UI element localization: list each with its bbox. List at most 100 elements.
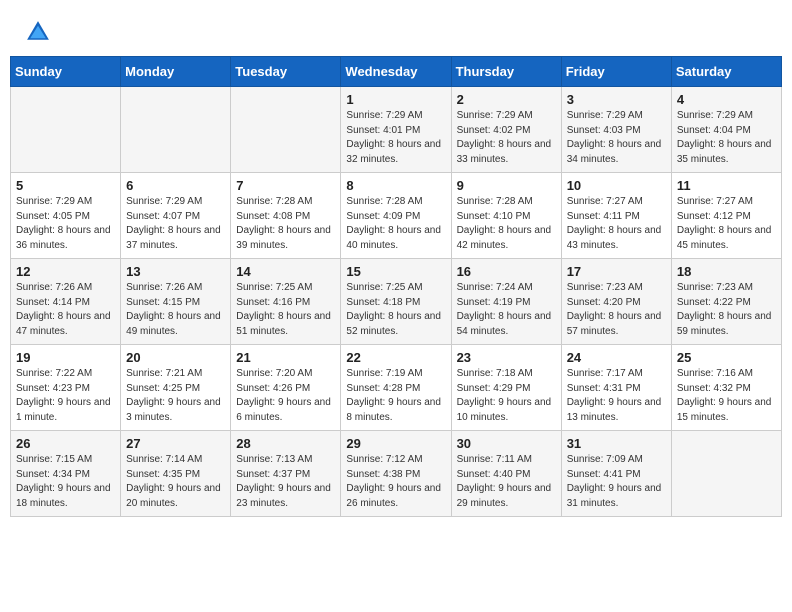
weekday-header-thursday: Thursday — [451, 57, 561, 87]
day-info: Sunrise: 7:22 AMSunset: 4:23 PMDaylight:… — [16, 367, 115, 425]
day-info: Sunrise: 7:29 AMSunset: 4:04 PMDaylight:… — [677, 109, 776, 167]
day-info: Sunrise: 7:20 AMSunset: 4:26 PMDaylight:… — [236, 367, 335, 425]
page-header — [0, 0, 792, 56]
day-info: Sunrise: 7:28 AMSunset: 4:08 PMDaylight:… — [236, 195, 335, 253]
calendar-cell — [121, 87, 231, 173]
day-info: Sunrise: 7:17 AMSunset: 4:31 PMDaylight:… — [567, 367, 666, 425]
calendar-cell: 27 Sunrise: 7:14 AMSunset: 4:35 PMDayligh… — [121, 431, 231, 517]
day-number: 7 — [236, 178, 335, 193]
day-number: 5 — [16, 178, 115, 193]
calendar-cell — [11, 87, 121, 173]
day-number: 9 — [457, 178, 556, 193]
day-info: Sunrise: 7:26 AMSunset: 4:14 PMDaylight:… — [16, 281, 115, 339]
day-info: Sunrise: 7:09 AMSunset: 4:41 PMDaylight:… — [567, 453, 666, 511]
day-number: 20 — [126, 350, 225, 365]
day-number: 23 — [457, 350, 556, 365]
day-number: 15 — [346, 264, 445, 279]
calendar-cell: 25 Sunrise: 7:16 AMSunset: 4:32 PMDayligh… — [671, 345, 781, 431]
calendar-cell: 22Sunrise: 7:19 AMSunset: 4:28 PMDayligh… — [341, 345, 451, 431]
calendar-cell: 1Sunrise: 7:29 AMSunset: 4:01 PMDaylight… — [341, 87, 451, 173]
calendar-cell: 21 Sunrise: 7:20 AMSunset: 4:26 PMDayligh… — [231, 345, 341, 431]
calendar-cell: 9 Sunrise: 7:28 AMSunset: 4:10 PMDaylight… — [451, 173, 561, 259]
day-number: 2 — [457, 92, 556, 107]
day-info: Sunrise: 7:16 AMSunset: 4:32 PMDaylight:… — [677, 367, 776, 425]
day-info: Sunrise: 7:11 AMSunset: 4:40 PMDaylight:… — [457, 453, 556, 511]
day-number: 29 — [346, 436, 445, 451]
day-number: 24 — [567, 350, 666, 365]
day-number: 10 — [567, 178, 666, 193]
day-info: Sunrise: 7:14 AMSunset: 4:35 PMDaylight:… — [126, 453, 225, 511]
weekday-header-sunday: Sunday — [11, 57, 121, 87]
weekday-header-saturday: Saturday — [671, 57, 781, 87]
calendar-cell: 5Sunrise: 7:29 AMSunset: 4:05 PMDaylight… — [11, 173, 121, 259]
day-number: 14 — [236, 264, 335, 279]
weekday-header-tuesday: Tuesday — [231, 57, 341, 87]
day-number: 18 — [677, 264, 776, 279]
day-info: Sunrise: 7:15 AMSunset: 4:34 PMDaylight:… — [16, 453, 115, 511]
logo — [24, 18, 58, 46]
calendar-cell: 13 Sunrise: 7:26 AMSunset: 4:15 PMDayligh… — [121, 259, 231, 345]
calendar-week-row: 12 Sunrise: 7:26 AMSunset: 4:14 PMDayligh… — [11, 259, 782, 345]
day-info: Sunrise: 7:29 AMSunset: 4:07 PMDaylight:… — [126, 195, 225, 253]
calendar-cell: 26 Sunrise: 7:15 AMSunset: 4:34 PMDayligh… — [11, 431, 121, 517]
calendar-cell: 23 Sunrise: 7:18 AMSunset: 4:29 PMDayligh… — [451, 345, 561, 431]
calendar-cell: 7 Sunrise: 7:28 AMSunset: 4:08 PMDaylight… — [231, 173, 341, 259]
weekday-header-monday: Monday — [121, 57, 231, 87]
day-number: 3 — [567, 92, 666, 107]
day-info: Sunrise: 7:29 AMSunset: 4:02 PMDaylight:… — [457, 109, 556, 167]
calendar-week-row: 26 Sunrise: 7:15 AMSunset: 4:34 PMDayligh… — [11, 431, 782, 517]
day-info: Sunrise: 7:26 AMSunset: 4:15 PMDaylight:… — [126, 281, 225, 339]
day-info: Sunrise: 7:29 AMSunset: 4:01 PMDaylight:… — [346, 109, 445, 167]
calendar-cell — [671, 431, 781, 517]
calendar-week-row: 5Sunrise: 7:29 AMSunset: 4:05 PMDaylight… — [11, 173, 782, 259]
calendar-cell: 29Sunrise: 7:12 AMSunset: 4:38 PMDayligh… — [341, 431, 451, 517]
logo-icon — [24, 18, 52, 46]
calendar-cell: 2 Sunrise: 7:29 AMSunset: 4:02 PMDaylight… — [451, 87, 561, 173]
calendar-cell: 24 Sunrise: 7:17 AMSunset: 4:31 PMDayligh… — [561, 345, 671, 431]
day-info: Sunrise: 7:29 AMSunset: 4:03 PMDaylight:… — [567, 109, 666, 167]
day-number: 12 — [16, 264, 115, 279]
day-info: Sunrise: 7:28 AMSunset: 4:10 PMDaylight:… — [457, 195, 556, 253]
calendar-cell: 20Sunrise: 7:21 AMSunset: 4:25 PMDayligh… — [121, 345, 231, 431]
calendar-header: SundayMondayTuesdayWednesdayThursdayFrid… — [11, 57, 782, 87]
day-info: Sunrise: 7:18 AMSunset: 4:29 PMDaylight:… — [457, 367, 556, 425]
calendar-cell: 14 Sunrise: 7:25 AMSunset: 4:16 PMDayligh… — [231, 259, 341, 345]
calendar-cell: 6 Sunrise: 7:29 AMSunset: 4:07 PMDaylight… — [121, 173, 231, 259]
calendar-cell: 18 Sunrise: 7:23 AMSunset: 4:22 PMDayligh… — [671, 259, 781, 345]
day-number: 26 — [16, 436, 115, 451]
day-info: Sunrise: 7:23 AMSunset: 4:20 PMDaylight:… — [567, 281, 666, 339]
day-info: Sunrise: 7:25 AMSunset: 4:16 PMDaylight:… — [236, 281, 335, 339]
day-number: 13 — [126, 264, 225, 279]
calendar-cell — [231, 87, 341, 173]
calendar-cell: 10 Sunrise: 7:27 AMSunset: 4:11 PMDayligh… — [561, 173, 671, 259]
calendar-week-row: 19 Sunrise: 7:22 AMSunset: 4:23 PMDayligh… — [11, 345, 782, 431]
day-info: Sunrise: 7:27 AMSunset: 4:12 PMDaylight:… — [677, 195, 776, 253]
day-number: 28 — [236, 436, 335, 451]
calendar-table: SundayMondayTuesdayWednesdayThursdayFrid… — [10, 56, 782, 517]
day-number: 4 — [677, 92, 776, 107]
weekday-header-friday: Friday — [561, 57, 671, 87]
day-number: 6 — [126, 178, 225, 193]
day-info: Sunrise: 7:28 AMSunset: 4:09 PMDaylight:… — [346, 195, 445, 253]
calendar-cell: 28 Sunrise: 7:13 AMSunset: 4:37 PMDayligh… — [231, 431, 341, 517]
calendar-cell: 4 Sunrise: 7:29 AMSunset: 4:04 PMDaylight… — [671, 87, 781, 173]
day-info: Sunrise: 7:13 AMSunset: 4:37 PMDaylight:… — [236, 453, 335, 511]
day-number: 21 — [236, 350, 335, 365]
day-number: 30 — [457, 436, 556, 451]
calendar-cell: 15 Sunrise: 7:25 AMSunset: 4:18 PMDayligh… — [341, 259, 451, 345]
day-info: Sunrise: 7:25 AMSunset: 4:18 PMDaylight:… — [346, 281, 445, 339]
day-number: 16 — [457, 264, 556, 279]
calendar-week-row: 1Sunrise: 7:29 AMSunset: 4:01 PMDaylight… — [11, 87, 782, 173]
day-info: Sunrise: 7:27 AMSunset: 4:11 PMDaylight:… — [567, 195, 666, 253]
calendar-cell: 3 Sunrise: 7:29 AMSunset: 4:03 PMDaylight… — [561, 87, 671, 173]
day-number: 19 — [16, 350, 115, 365]
calendar-cell: 30 Sunrise: 7:11 AMSunset: 4:40 PMDayligh… — [451, 431, 561, 517]
calendar-cell: 19 Sunrise: 7:22 AMSunset: 4:23 PMDayligh… — [11, 345, 121, 431]
day-number: 25 — [677, 350, 776, 365]
calendar-cell: 16Sunrise: 7:24 AMSunset: 4:19 PMDayligh… — [451, 259, 561, 345]
weekday-header-row: SundayMondayTuesdayWednesdayThursdayFrid… — [11, 57, 782, 87]
calendar-cell: 11 Sunrise: 7:27 AMSunset: 4:12 PMDayligh… — [671, 173, 781, 259]
day-number: 27 — [126, 436, 225, 451]
day-info: Sunrise: 7:23 AMSunset: 4:22 PMDaylight:… — [677, 281, 776, 339]
day-number: 11 — [677, 178, 776, 193]
